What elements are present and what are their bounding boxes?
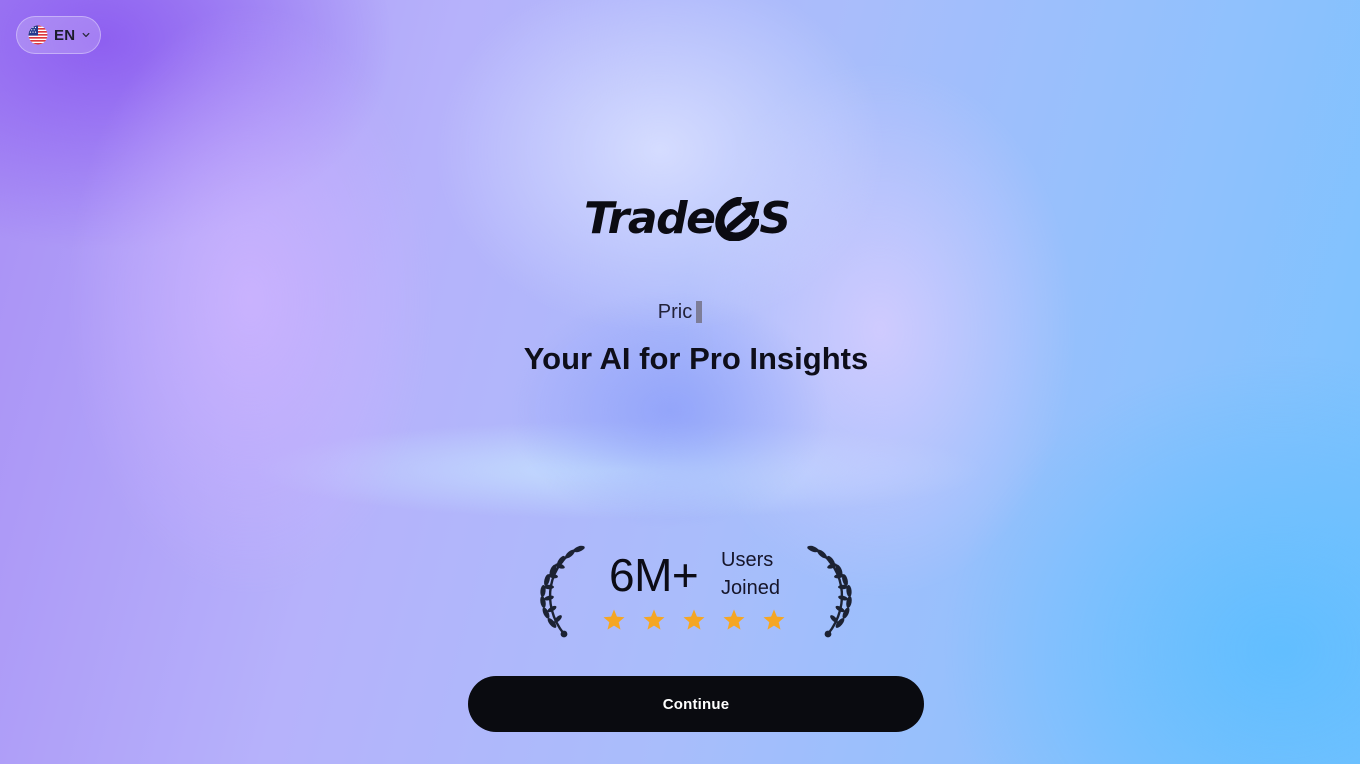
tagline: Your AI for Pro Insights [523, 341, 869, 376]
chevron-down-icon [82, 32, 90, 38]
star-icon [643, 609, 665, 630]
laurel-left-icon [540, 545, 585, 638]
star-icon [723, 609, 745, 630]
rating-stars [602, 608, 786, 632]
logo-text: Trade [584, 193, 716, 244]
language-switcher[interactable]: EN [16, 16, 101, 54]
users-count: 6M+ [609, 549, 699, 601]
typing-text: Pric [657, 300, 693, 323]
users-label-line1: Users [721, 549, 774, 571]
typing-cursor [696, 301, 703, 323]
users-joined-label: Users Joined [721, 546, 780, 602]
os-arrow-icon [715, 197, 760, 241]
logo-tail: S [759, 193, 791, 244]
typing-headline: Pric [0, 298, 1360, 326]
tradeos-logo: Trade S [584, 192, 791, 246]
continue-button[interactable]: Continue [468, 676, 924, 732]
star-icon [683, 609, 705, 630]
us-flag-icon [28, 25, 48, 45]
star-icon [763, 609, 785, 630]
users-joined-badge: 6M+ Users Joined [534, 538, 858, 640]
users-label-line2: Joined [721, 577, 780, 599]
language-code: EN [54, 26, 76, 44]
star-icon [603, 609, 625, 630]
laurel-right-icon [807, 545, 852, 638]
